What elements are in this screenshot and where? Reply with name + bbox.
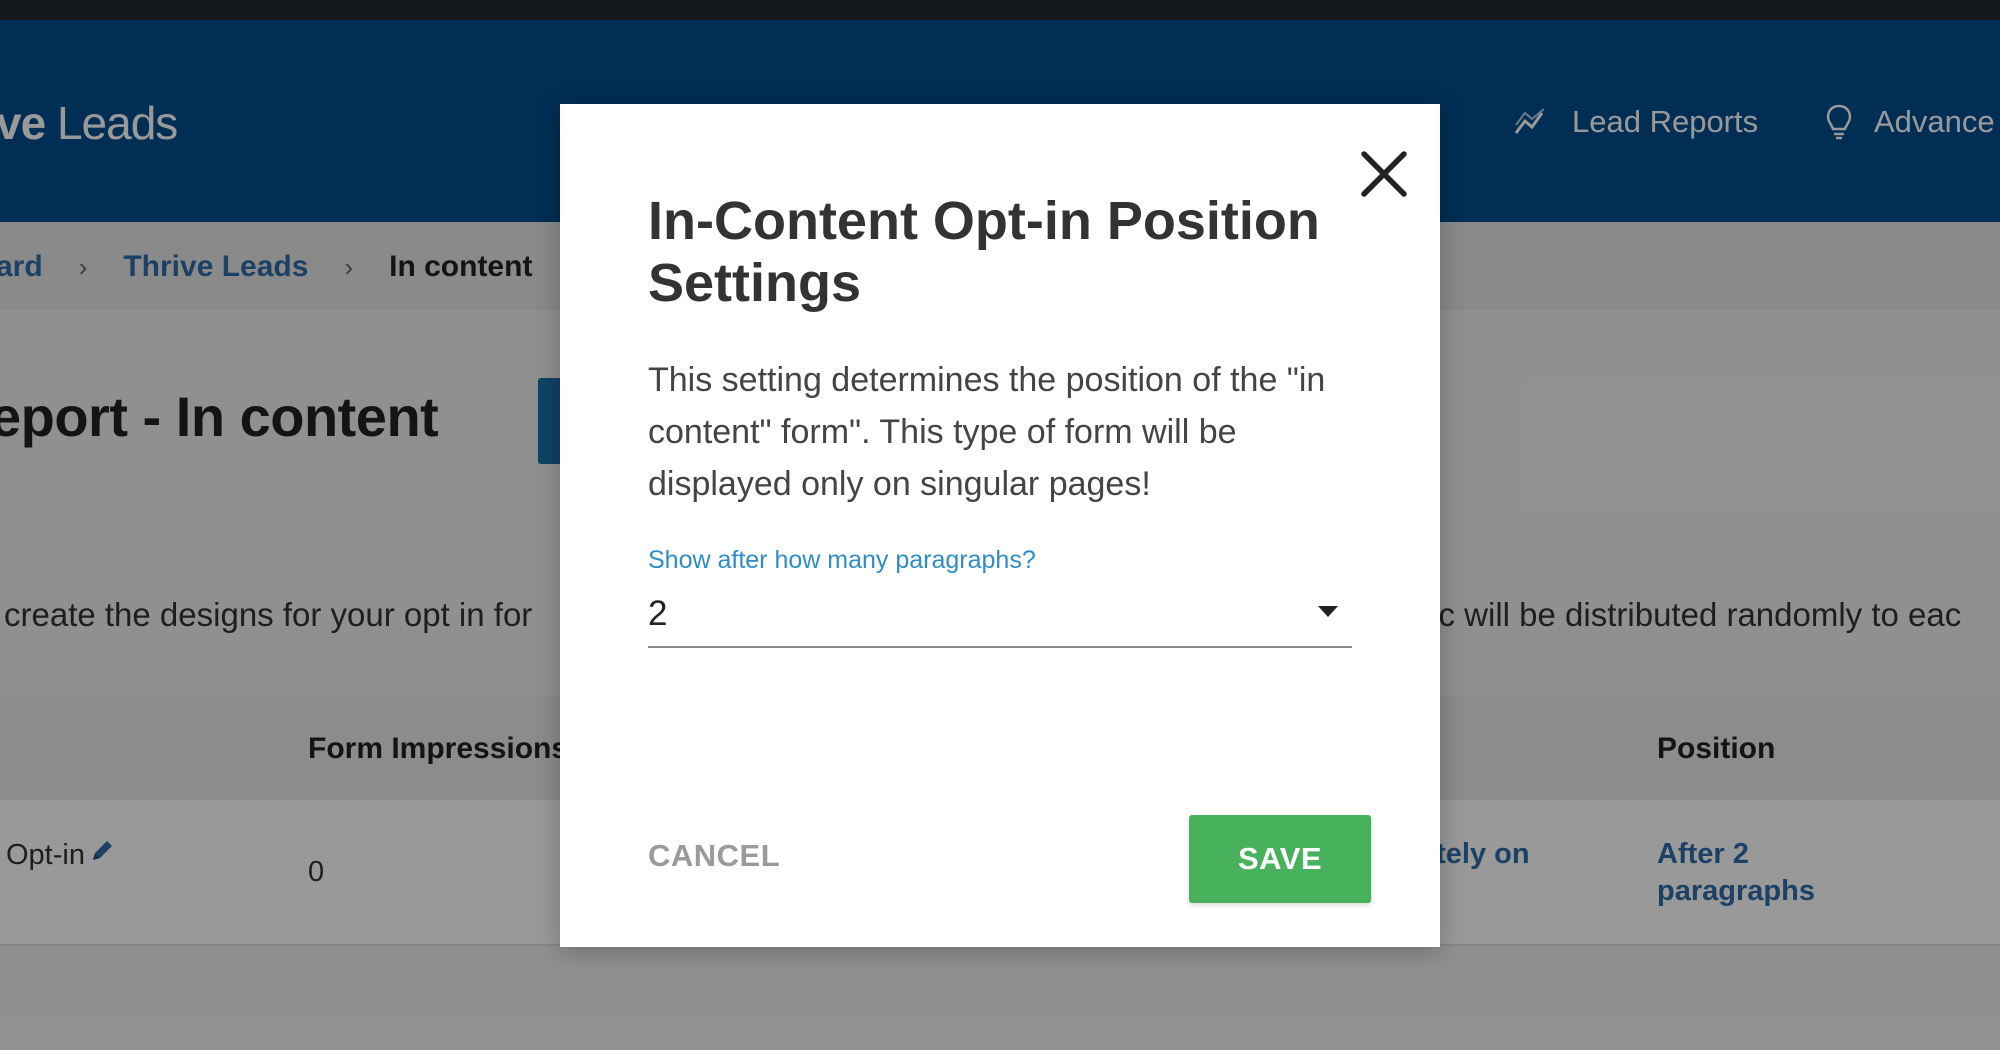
paragraphs-field-label: Show after how many paragraphs? — [648, 546, 1036, 574]
modal-description: This setting determines the position of … — [648, 361, 1326, 503]
position-settings-modal: In-Content Opt-in Position Settings This… — [560, 104, 1440, 947]
save-button[interactable]: SAVE — [1189, 815, 1371, 903]
paragraphs-select-value: 2 — [648, 594, 668, 633]
caret-down-icon — [1318, 606, 1338, 617]
modal-title: In-Content Opt-in Position Settings — [648, 191, 1320, 313]
paragraphs-select[interactable]: 2 — [648, 584, 1352, 648]
cancel-button[interactable]: CANCEL — [648, 838, 780, 874]
